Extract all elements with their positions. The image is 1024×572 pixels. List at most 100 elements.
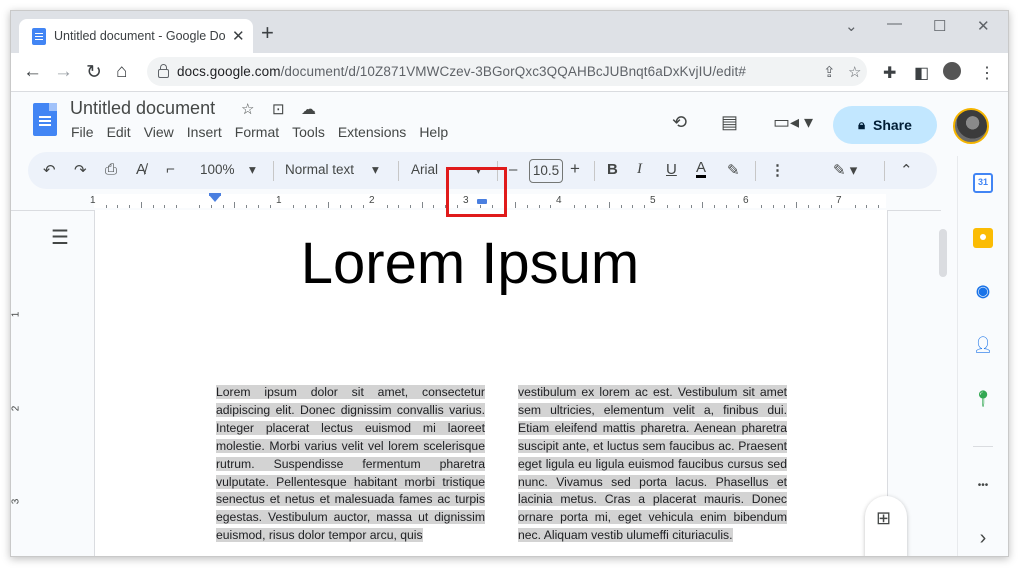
zoom-select[interactable]: 100%	[200, 162, 235, 177]
extensions-icon[interactable]: ✚	[883, 63, 896, 83]
print-icon[interactable]: ⎙	[105, 161, 117, 178]
highlight-icon[interactable]: ✎	[727, 161, 740, 179]
url-text[interactable]: docs.google.com/document/d/10Z871VMWCzev…	[177, 64, 746, 79]
ruler-tick	[351, 205, 353, 208]
menu-insert[interactable]: Insert	[187, 124, 222, 140]
paint-format-icon[interactable]: ⌐	[166, 161, 175, 178]
toolbar-divider	[884, 161, 885, 181]
vertical-ruler[interactable]: 1 2 3	[11, 211, 25, 556]
paragraph-style-select[interactable]: Normal text	[285, 162, 354, 177]
ruler-tick	[643, 205, 645, 208]
profile-icon[interactable]	[943, 62, 961, 80]
share-label: Share	[873, 117, 912, 133]
ruler-tick	[854, 205, 856, 208]
decrease-font-size-button[interactable]: –	[509, 161, 517, 178]
contacts-icon[interactable]: 👤︎	[973, 336, 993, 356]
browser-menu-icon[interactable]: ⋮	[979, 63, 995, 83]
star-icon[interactable]: ☆	[241, 100, 254, 118]
maps-icon[interactable]: 📍︎	[973, 390, 993, 410]
text-column-right[interactable]: vestibulum ex lorem ac est. Vestibulum s…	[518, 384, 787, 545]
document-heading[interactable]: Lorem Ipsum	[270, 230, 670, 297]
menu-file[interactable]: File	[71, 124, 94, 140]
avatar[interactable]	[953, 108, 989, 144]
bold-icon[interactable]: B	[607, 161, 618, 178]
chevron-down-icon[interactable]: ▾	[372, 162, 379, 178]
selected-text[interactable]: Lorem ipsum dolor sit amet, consectetur …	[216, 385, 485, 543]
add-comment-icon: ⊞	[876, 508, 892, 528]
docs-logo-icon[interactable]	[33, 103, 57, 136]
italic-icon[interactable]: I	[637, 161, 642, 178]
add-comment-button[interactable]: ⊞	[865, 496, 907, 556]
meet-icon[interactable]: ▭◂ ▾	[773, 112, 813, 133]
font-select[interactable]: Arial	[411, 162, 438, 177]
share-button[interactable]: 🔒︎ Share	[833, 106, 937, 144]
minimize-icon[interactable]: —	[887, 15, 902, 32]
ruler-tick	[409, 205, 411, 208]
calendar-icon[interactable]: 31	[973, 173, 993, 193]
increase-font-size-button[interactable]: +	[570, 159, 580, 179]
ruler-tick	[702, 202, 704, 208]
forward-icon[interactable]: →	[54, 61, 73, 83]
text-column-left[interactable]: Lorem ipsum dolor sit amet, consectetur …	[216, 384, 485, 545]
menu-format[interactable]: Format	[235, 124, 279, 140]
ruler-tick	[175, 205, 177, 208]
share-page-icon[interactable]: ⇪	[823, 63, 836, 81]
new-tab-button[interactable]: +	[261, 22, 274, 44]
tab-search-icon[interactable]: ⌄	[845, 17, 858, 35]
tab-close-icon[interactable]: ✕	[232, 27, 245, 45]
maximize-icon[interactable]: ☐	[933, 17, 946, 35]
scrollbar[interactable]	[939, 229, 947, 277]
collapse-icon[interactable]: ⌃	[900, 161, 913, 179]
spellcheck-icon[interactable]: A̸	[136, 161, 146, 178]
home-icon[interactable]: ⌂	[116, 61, 127, 83]
edit-mode-icon[interactable]: ✎ ▾	[833, 161, 857, 179]
undo-icon[interactable]: ↶	[43, 161, 56, 179]
window-close-icon[interactable]: ✕	[977, 17, 990, 35]
chevron-down-icon[interactable]: ▾	[249, 162, 256, 178]
menu-help[interactable]: Help	[419, 124, 448, 140]
expand-panel-icon[interactable]: ›	[973, 528, 993, 548]
cloud-status-icon[interactable]: ☁	[301, 100, 316, 118]
ruler-number: 5	[650, 195, 656, 206]
underline-icon[interactable]: U	[666, 161, 677, 178]
ruler-tick	[550, 205, 552, 208]
comment-icon[interactable]: ▤	[721, 112, 738, 133]
history-icon[interactable]: ⟲	[672, 112, 687, 133]
document-page[interactable]: Lorem Ipsum Lorem ipsum dolor sit amet, …	[94, 210, 888, 556]
keep-icon[interactable]	[973, 228, 993, 248]
toolbar-divider	[594, 161, 595, 181]
ruler-tick	[608, 202, 610, 208]
ruler-tick	[573, 205, 575, 208]
ruler-tick	[632, 205, 634, 208]
tasks-icon[interactable]: ◉	[973, 282, 993, 302]
tab-strip: Untitled document - Google Docs ✕ + ⌄ — …	[11, 11, 1008, 53]
bookmark-star-icon[interactable]: ☆	[848, 63, 861, 81]
left-indent-marker[interactable]	[209, 195, 221, 202]
ruler-tick	[386, 205, 388, 208]
menu-edit[interactable]: Edit	[107, 124, 131, 140]
selected-text[interactable]: vestibulum ex lorem ac est. Vestibulum s…	[518, 385, 787, 543]
ruler-tick	[199, 205, 201, 208]
site-lock-icon[interactable]	[158, 64, 169, 78]
outline-icon[interactable]: ☰	[51, 225, 69, 250]
back-icon[interactable]: ←	[23, 61, 42, 83]
more-apps-icon[interactable]: •••	[973, 476, 993, 496]
text-color-icon[interactable]: A	[696, 160, 707, 178]
document-title[interactable]: Untitled document	[70, 98, 215, 119]
lock-icon: 🔒︎	[858, 117, 865, 132]
font-size-input[interactable]: 10.5	[529, 159, 563, 183]
menu-extensions[interactable]: Extensions	[338, 124, 406, 140]
more-icon[interactable]: ⋮	[770, 161, 785, 179]
redo-icon[interactable]: ↷	[74, 161, 87, 179]
browser-tab[interactable]: Untitled document - Google Docs ✕	[19, 19, 253, 53]
omnibox[interactable]: docs.google.com/document/d/10Z871VMWCzev…	[147, 57, 867, 86]
ruler-tick	[877, 205, 879, 208]
move-to-folder-icon[interactable]: ⊡	[272, 100, 285, 118]
reload-icon[interactable]: ↻	[86, 61, 102, 84]
ruler-tick	[831, 205, 833, 208]
side-panel: 31 ◉ 👤︎ 📍︎ ••• ›	[957, 156, 1008, 556]
side-panel-icon[interactable]: ◧	[914, 63, 929, 83]
ruler-tick	[585, 205, 587, 208]
menu-tools[interactable]: Tools	[292, 124, 325, 140]
menu-view[interactable]: View	[144, 124, 174, 140]
